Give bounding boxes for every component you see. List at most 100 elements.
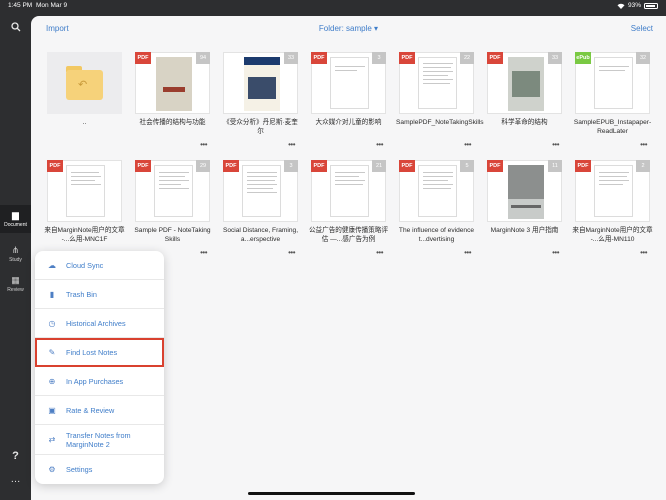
more-options-icon[interactable]: •••: [640, 248, 647, 257]
menu-item-rate-review[interactable]: ▣ Rate & Review: [35, 396, 164, 425]
status-time: 1:45 PM: [8, 2, 33, 9]
page-count-badge: 94: [196, 52, 210, 64]
more-options-icon[interactable]: •••: [200, 248, 207, 257]
document-title: 《受众分析》丹尼斯·麦奎尔: [223, 119, 298, 135]
document-title: ..: [82, 119, 87, 126]
pdf-badge: PDF: [399, 160, 415, 172]
wifi-icon: [617, 3, 625, 9]
menu-item-label: Transfer Notes from MarginNote 2: [66, 430, 131, 449]
menu-item-settings[interactable]: ⚙ Settings: [35, 455, 164, 484]
document-title: 科学革命的结构: [501, 119, 548, 126]
more-options-icon[interactable]: •••: [200, 140, 207, 149]
menu-item-label: In App Purchases: [66, 376, 124, 386]
more-icon[interactable]: …: [0, 474, 31, 485]
battery-icon: [644, 2, 658, 9]
more-options-icon[interactable]: •••: [376, 140, 383, 149]
document-tile[interactable]: PDF 2 来自MarginNote用户的文章 -...么用-MN110 •••: [572, 160, 653, 259]
history-icon: ◷: [48, 318, 56, 328]
menu-item-find-lost-notes[interactable]: ✎ Find Lost Notes: [35, 338, 164, 367]
document-tile[interactable]: PDF 5 The influence of evidence t...dver…: [396, 160, 477, 259]
sidebar-item-label: Review: [7, 287, 24, 293]
status-right: 93%: [617, 2, 658, 9]
page-count-badge: 3: [284, 160, 298, 172]
page-count-badge: 29: [196, 160, 210, 172]
document-title: SamplePDF_NoteTakingSkills: [396, 119, 484, 126]
menu-item-label: Cloud Sync: [66, 260, 104, 270]
trash-icon: ▮: [49, 289, 55, 299]
pdf-badge: PDF: [135, 160, 151, 172]
pdf-badge: PDF: [487, 52, 503, 64]
sidebar-item-document[interactable]: ▆ Document: [0, 205, 31, 233]
back-arrow-icon: ↶: [78, 79, 88, 91]
more-options-icon[interactable]: •••: [464, 248, 471, 257]
document-icon: ▆: [12, 210, 19, 220]
menu-item-trash-bin[interactable]: ▮ Trash Bin: [35, 280, 164, 309]
page-count-badge: 3: [372, 52, 386, 64]
top-bar: Import Folder: sample ▾ Select: [31, 16, 666, 38]
sidebar-item-label: Document: [4, 222, 27, 228]
cart-icon: ⊕: [48, 376, 56, 386]
page-count-badge: 11: [548, 160, 562, 172]
document-title: 大众媒介对儿童的影响: [315, 119, 382, 126]
status-bar: 1:45 PM Mon Mar 9 93%: [0, 0, 666, 12]
page-count-badge: 22: [460, 52, 474, 64]
document-tile[interactable]: PDF 11 MarginNote 3 用户指南 •••: [484, 160, 565, 259]
page-count-badge: 2: [636, 160, 650, 172]
home-indicator: [248, 492, 415, 495]
document-tile[interactable]: PDF 3 Social Distance, Framing, a...ersp…: [220, 160, 301, 259]
more-options-icon[interactable]: •••: [288, 248, 295, 257]
document-title: 公益广告的健康传播策略评估 —...感广告为例: [308, 227, 389, 243]
document-title: MarginNote 3 用户指南: [490, 227, 559, 234]
more-options-icon[interactable]: •••: [640, 140, 647, 149]
document-tile[interactable]: PDF 来自MarginNote用户的文章 -...么用-MNC1F •••: [44, 160, 125, 259]
menu-item-label: Find Lost Notes: [66, 348, 118, 357]
more-options-icon[interactable]: •••: [376, 248, 383, 257]
menu-item-in-app-purchases[interactable]: ⊕ In App Purchases: [35, 367, 164, 396]
pdf-badge: PDF: [47, 160, 63, 172]
document-tile[interactable]: PDF 21 公益广告的健康传播策略评估 —...感广告为例 •••: [308, 160, 389, 259]
review-icon: ▦: [11, 275, 20, 285]
pdf-badge: PDF: [311, 52, 327, 64]
more-options-icon[interactable]: •••: [552, 140, 559, 149]
pdf-badge: PDF: [575, 160, 591, 172]
document-tile[interactable]: PDF 94 社会传播的结构与功能 •••: [132, 52, 213, 151]
more-options-icon[interactable]: •••: [552, 248, 559, 257]
transfer-icon: ⇄: [48, 435, 56, 444]
folder-selector[interactable]: Folder: sample ▾: [31, 24, 666, 33]
search-icon[interactable]: [0, 22, 31, 35]
menu-item-cloud-sync[interactable]: ☁ Cloud Sync: [35, 251, 164, 280]
pdf-badge: PDF: [399, 52, 415, 64]
menu-item-label: Rate & Review: [66, 405, 115, 415]
sidebar-item-label: Study: [9, 257, 22, 263]
pdf-badge: PDF: [223, 160, 239, 172]
pdf-badge: PDF: [487, 160, 503, 172]
document-tile[interactable]: PDF 3 大众媒介对儿童的影响 •••: [308, 52, 389, 151]
document-title: Sample PDF - NoteTaking Skills: [134, 227, 211, 243]
document-tile[interactable]: PDF 29 Sample PDF - NoteTaking Skills ••…: [132, 160, 213, 259]
parent-folder-tile[interactable]: ↶ ..: [44, 52, 125, 151]
menu-item-transfer-notes[interactable]: ⇄ Transfer Notes from MarginNote 2: [35, 425, 164, 455]
more-options-icon[interactable]: •••: [288, 140, 295, 149]
sidebar-item-review[interactable]: ▦ Review: [0, 270, 31, 298]
gear-icon: ⚙: [48, 465, 56, 474]
status-date: Mon Mar 9: [36, 2, 68, 9]
cloud-icon: ☁: [48, 260, 56, 270]
epub-badge: ePub: [575, 52, 591, 64]
study-icon: ⋔: [11, 245, 20, 255]
document-title: The influence of evidence t...dvertising: [398, 227, 475, 243]
select-button[interactable]: Select: [631, 24, 653, 33]
page-count-badge: 21: [372, 160, 386, 172]
document-tile[interactable]: PDF 33 科学革命的结构 •••: [484, 52, 565, 151]
help-icon[interactable]: ?: [0, 450, 31, 462]
document-tile[interactable]: PDF 22 SamplePDF_NoteTakingSkills •••: [396, 52, 484, 151]
page-count-badge: 33: [548, 52, 562, 64]
document-tile[interactable]: 33 《受众分析》丹尼斯·麦奎尔 •••: [220, 52, 301, 151]
page-count-badge: 5: [460, 160, 474, 172]
document-tile[interactable]: ePub 32 SampleEPUB_Instapaper-ReadLater …: [572, 52, 653, 151]
document-title: Social Distance, Framing, a...erspective: [222, 227, 299, 243]
document-title: SampleEPUB_Instapaper-ReadLater: [573, 119, 652, 135]
more-options-icon[interactable]: •••: [464, 140, 471, 149]
sidebar-item-study[interactable]: ⋔ Study: [0, 240, 31, 268]
menu-item-historical-archives[interactable]: ◷ Historical Archives: [35, 309, 164, 338]
page-count-badge: 33: [284, 52, 298, 64]
